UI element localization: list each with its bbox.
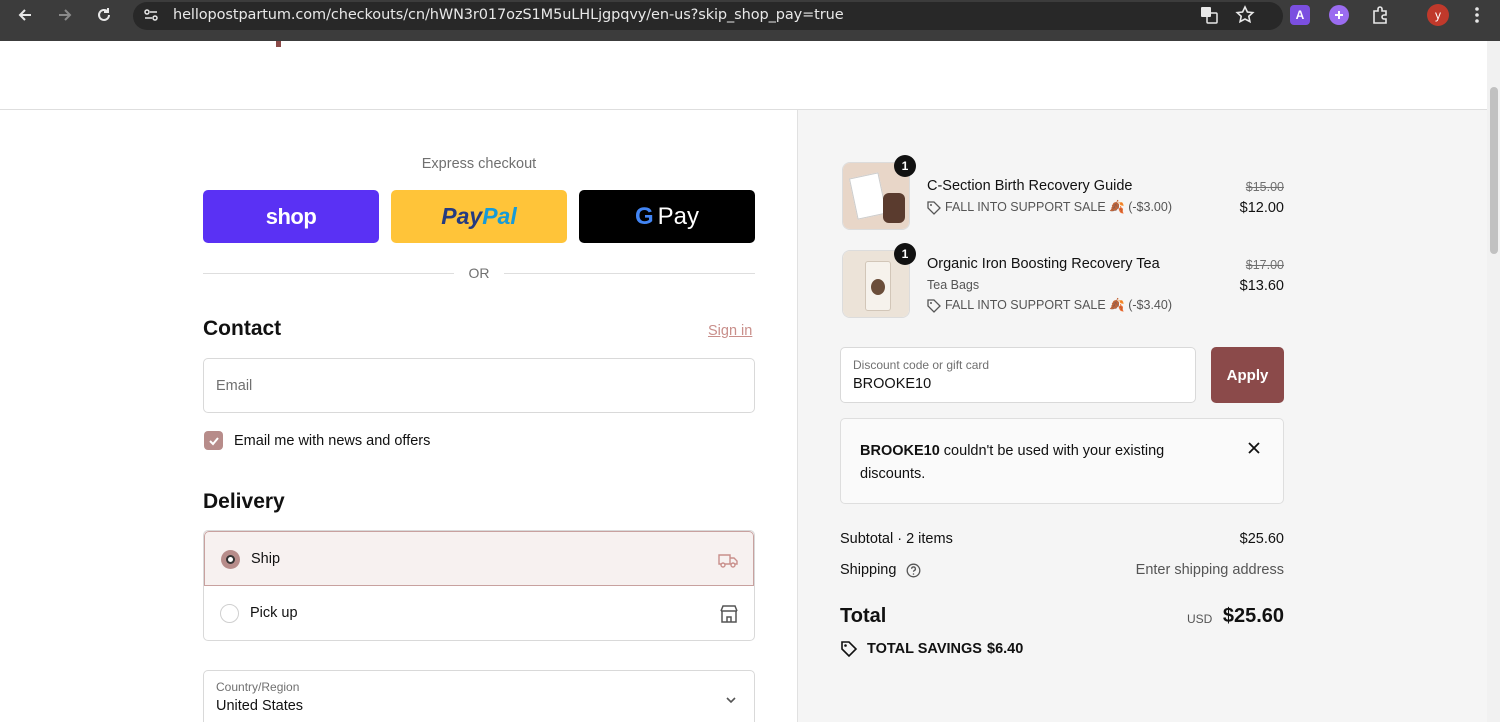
total-savings-label: TOTAL SAVINGS [867, 641, 982, 657]
product-discount: FALL INTO SUPPORT SALE 🍂 (-$3.40) [927, 298, 1172, 313]
subtotal-label: Subtotal · 2 items [840, 531, 953, 547]
original-price: $15.00 [1245, 180, 1284, 194]
apply-button[interactable]: Apply [1211, 347, 1284, 403]
error-code: BROOKE10 [860, 443, 940, 459]
close-icon[interactable] [1245, 439, 1263, 457]
browser-menu-icon[interactable] [1466, 4, 1488, 26]
divider [203, 273, 454, 274]
product-title: Organic Iron Boosting Recovery Tea [927, 256, 1160, 272]
total-label: Total [840, 605, 887, 627]
shipping-value: Enter shipping address [1135, 562, 1284, 578]
shipping-label: Shipping [840, 562, 897, 578]
contact-heading: Contact [203, 317, 282, 340]
google-pay-button[interactable]: G Pay [579, 190, 755, 243]
discount-code-label: Discount code or gift card [853, 358, 990, 372]
tag-icon [927, 200, 941, 215]
checkmark-icon [208, 436, 219, 445]
scrollbar-thumb[interactable] [1490, 87, 1498, 254]
url-text: hellopostpartum.com/checkouts/cn/hWN3r01… [173, 7, 844, 23]
tag-icon [927, 298, 941, 313]
page-header [0, 41, 1487, 110]
paypal-label: PayPal [441, 203, 517, 229]
ship-label: Ship [251, 551, 281, 567]
chevron-down-icon [726, 697, 736, 704]
logo [276, 41, 281, 47]
subtotal-value: $25.60 [1239, 531, 1284, 547]
country-label: Country/Region [216, 680, 300, 694]
site-settings-icon[interactable] [140, 4, 162, 26]
profile-avatar[interactable]: y [1427, 4, 1449, 26]
quantity-badge: 1 [894, 243, 916, 265]
total-value: $25.60 [1222, 605, 1284, 627]
extensions-puzzle-icon[interactable] [1369, 4, 1391, 26]
product-price: $13.60 [1239, 278, 1284, 294]
discount-text: FALL INTO SUPPORT SALE 🍂 (-$3.40) [945, 298, 1172, 312]
reload-icon[interactable] [93, 4, 115, 26]
discount-code-input[interactable]: Discount code or gift card BROOKE10 [840, 347, 1196, 403]
newsletter-label: Email me with news and offers [234, 433, 431, 449]
product-discount: FALL INTO SUPPORT SALE 🍂 (-$3.00) [927, 200, 1172, 215]
original-price: $17.00 [1245, 258, 1284, 272]
newsletter-checkbox[interactable] [204, 431, 223, 450]
express-checkout-label: Express checkout [421, 156, 537, 172]
sign-in-link[interactable]: Sign in [708, 323, 752, 339]
currency-code: USD [1187, 612, 1213, 626]
delivery-heading: Delivery [203, 490, 285, 513]
delivery-options: Ship Pick up [203, 530, 755, 641]
product-price: $12.00 [1239, 200, 1284, 216]
google-g-icon: G [634, 202, 654, 230]
paypal-button[interactable]: PayPal [391, 190, 567, 243]
delivery-option-ship[interactable]: Ship [204, 531, 754, 586]
email-field[interactable]: Email [203, 358, 755, 413]
or-label: OR [468, 265, 490, 281]
truck-icon [718, 554, 738, 568]
country-select[interactable]: Country/Region United States [203, 670, 755, 722]
google-pay-label: Pay [657, 202, 700, 230]
divider [504, 273, 755, 274]
translate-icon[interactable] [1198, 4, 1220, 26]
extension-a-icon[interactable]: A [1290, 5, 1310, 25]
bookmark-star-icon[interactable] [1234, 4, 1256, 26]
pickup-label: Pick up [250, 605, 298, 621]
discount-code-value: BROOKE10 [853, 376, 932, 392]
total-savings-value: $6.40 [987, 641, 1024, 657]
extension-circle-icon[interactable] [1329, 5, 1349, 25]
savings-tag-icon [841, 641, 858, 658]
browser-toolbar: hellopostpartum.com/checkouts/cn/hWN3r01… [0, 0, 1500, 41]
store-icon [720, 605, 738, 623]
email-placeholder: Email [216, 378, 253, 394]
back-icon[interactable] [14, 4, 36, 26]
quantity-badge: 1 [894, 155, 916, 177]
shop-pay-button[interactable]: shop [203, 190, 379, 243]
ship-radio[interactable] [221, 550, 240, 569]
forward-icon[interactable] [54, 4, 76, 26]
country-value: United States [216, 698, 304, 714]
shop-pay-label: shop [265, 203, 317, 229]
product-variant: Tea Bags [927, 278, 980, 292]
product-title: C-Section Birth Recovery Guide [927, 178, 1133, 194]
pickup-radio[interactable] [220, 604, 239, 623]
discount-error-banner: BROOKE10 couldn't be used with your exis… [840, 418, 1284, 504]
error-message: BROOKE10 couldn't be used with your exis… [860, 440, 1220, 486]
delivery-option-pickup[interactable]: Pick up [204, 586, 754, 640]
help-icon[interactable] [906, 563, 921, 578]
discount-text: FALL INTO SUPPORT SALE 🍂 (-$3.00) [945, 200, 1172, 214]
